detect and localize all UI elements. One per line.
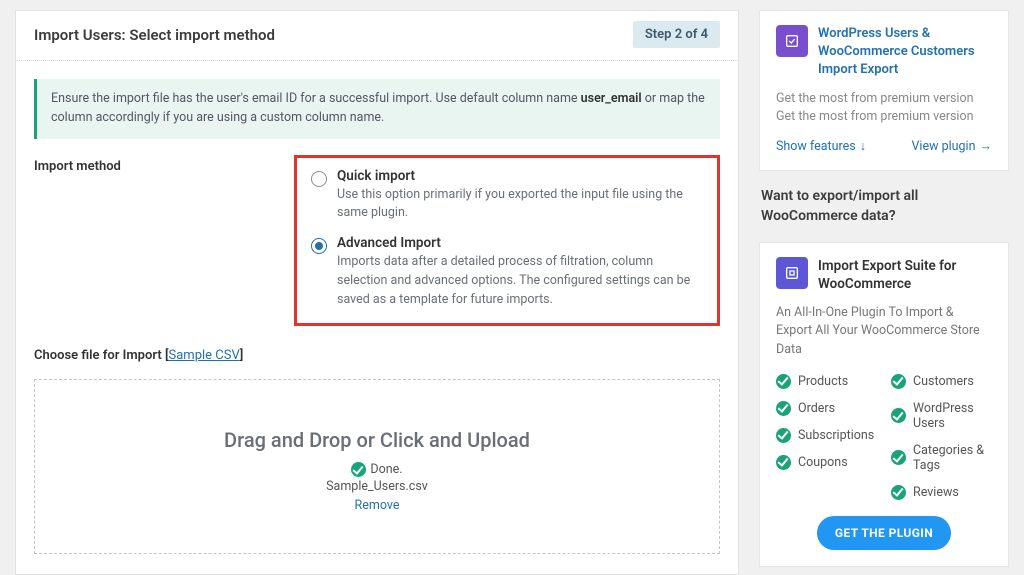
page-title: Import Users: Select import method [34,26,275,44]
advanced-import-title: Advanced Import [337,235,703,251]
check-icon [891,485,906,500]
info-notice: Ensure the import file has the user's em… [34,79,720,139]
check-icon [776,455,791,470]
check-icon [776,374,791,389]
import-method-label: Import method [34,155,294,327]
radio-quick-import[interactable]: Quick import Use this option primarily i… [311,168,703,224]
check-icon [776,428,791,443]
suite-card-desc: An All-In-One Plugin To Import & Export … [776,304,992,360]
suite-card-title: Import Export Suite for WooCommerce [818,257,992,293]
check-icon [351,462,366,477]
check-icon [776,401,791,416]
feature-item: WordPress Users [891,401,992,431]
step-badge: Step 2 of 4 [633,21,720,48]
premium-card-title[interactable]: WordPress Users & WooCommerce Customers … [818,25,992,80]
main-panel: Import Users: Select import method Step … [15,10,739,575]
sidebar-section-title: Want to export/import all WooCommerce da… [761,187,1007,226]
notice-text-pre: Ensure the import file has the user's em… [51,91,581,106]
quick-import-title: Quick import [337,168,703,184]
sidebar-card-premium: WordPress Users & WooCommerce Customers … [759,10,1009,171]
radio-advanced-import[interactable]: Advanced Import Imports data after a det… [311,235,703,309]
radio-circle-selected-icon [311,238,327,254]
suite-icon [776,257,808,289]
get-plugin-button[interactable]: GET THE PLUGIN [817,516,951,550]
methods-box-highlight: Quick import Use this option primarily i… [294,155,720,327]
dropzone-title: Drag and Drop or Click and Upload [55,428,699,452]
check-icon [891,450,906,465]
feature-item: Categories & Tags [891,443,992,473]
sidebar-card-suite: Import Export Suite for WooCommerce An A… [759,242,1009,567]
check-icon [891,408,906,423]
quick-import-desc: Use this option primarily if you exporte… [337,186,703,224]
sample-csv-link[interactable]: Sample CSV [169,348,240,363]
plugin-icon [776,25,808,57]
notice-text-bold: user_email [581,91,642,106]
view-plugin-link[interactable]: View plugin → [911,139,992,154]
sidebar: WordPress Users & WooCommerce Customers … [759,10,1009,575]
check-icon [891,374,906,389]
show-features-link[interactable]: Show features ↓ [776,139,866,154]
feature-item: Subscriptions [776,428,877,443]
feature-item: Coupons [776,455,877,470]
panel-header: Import Users: Select import method Step … [16,11,738,61]
advanced-import-desc: Imports data after a detailed process of… [337,253,703,309]
feature-item: Orders [776,401,877,416]
dropzone-done: Done. [370,462,402,477]
arrow-down-icon: ↓ [860,139,866,154]
premium-card-desc: Get the most from premium version Get th… [776,90,992,128]
radio-circle-icon [311,171,327,187]
file-dropzone[interactable]: Drag and Drop or Click and Upload Done. … [34,379,720,554]
feature-item: Customers [891,374,992,389]
choose-file-label: Choose file for Import [Sample CSV] [34,348,243,363]
feature-item: Products [776,374,877,389]
uploaded-file-name: Sample_Users.csv [55,479,699,494]
feature-item: Reviews [891,485,992,500]
arrow-right-icon: → [980,139,993,154]
features-grid: Products Orders Subscriptions Coupons Cu… [776,374,992,500]
